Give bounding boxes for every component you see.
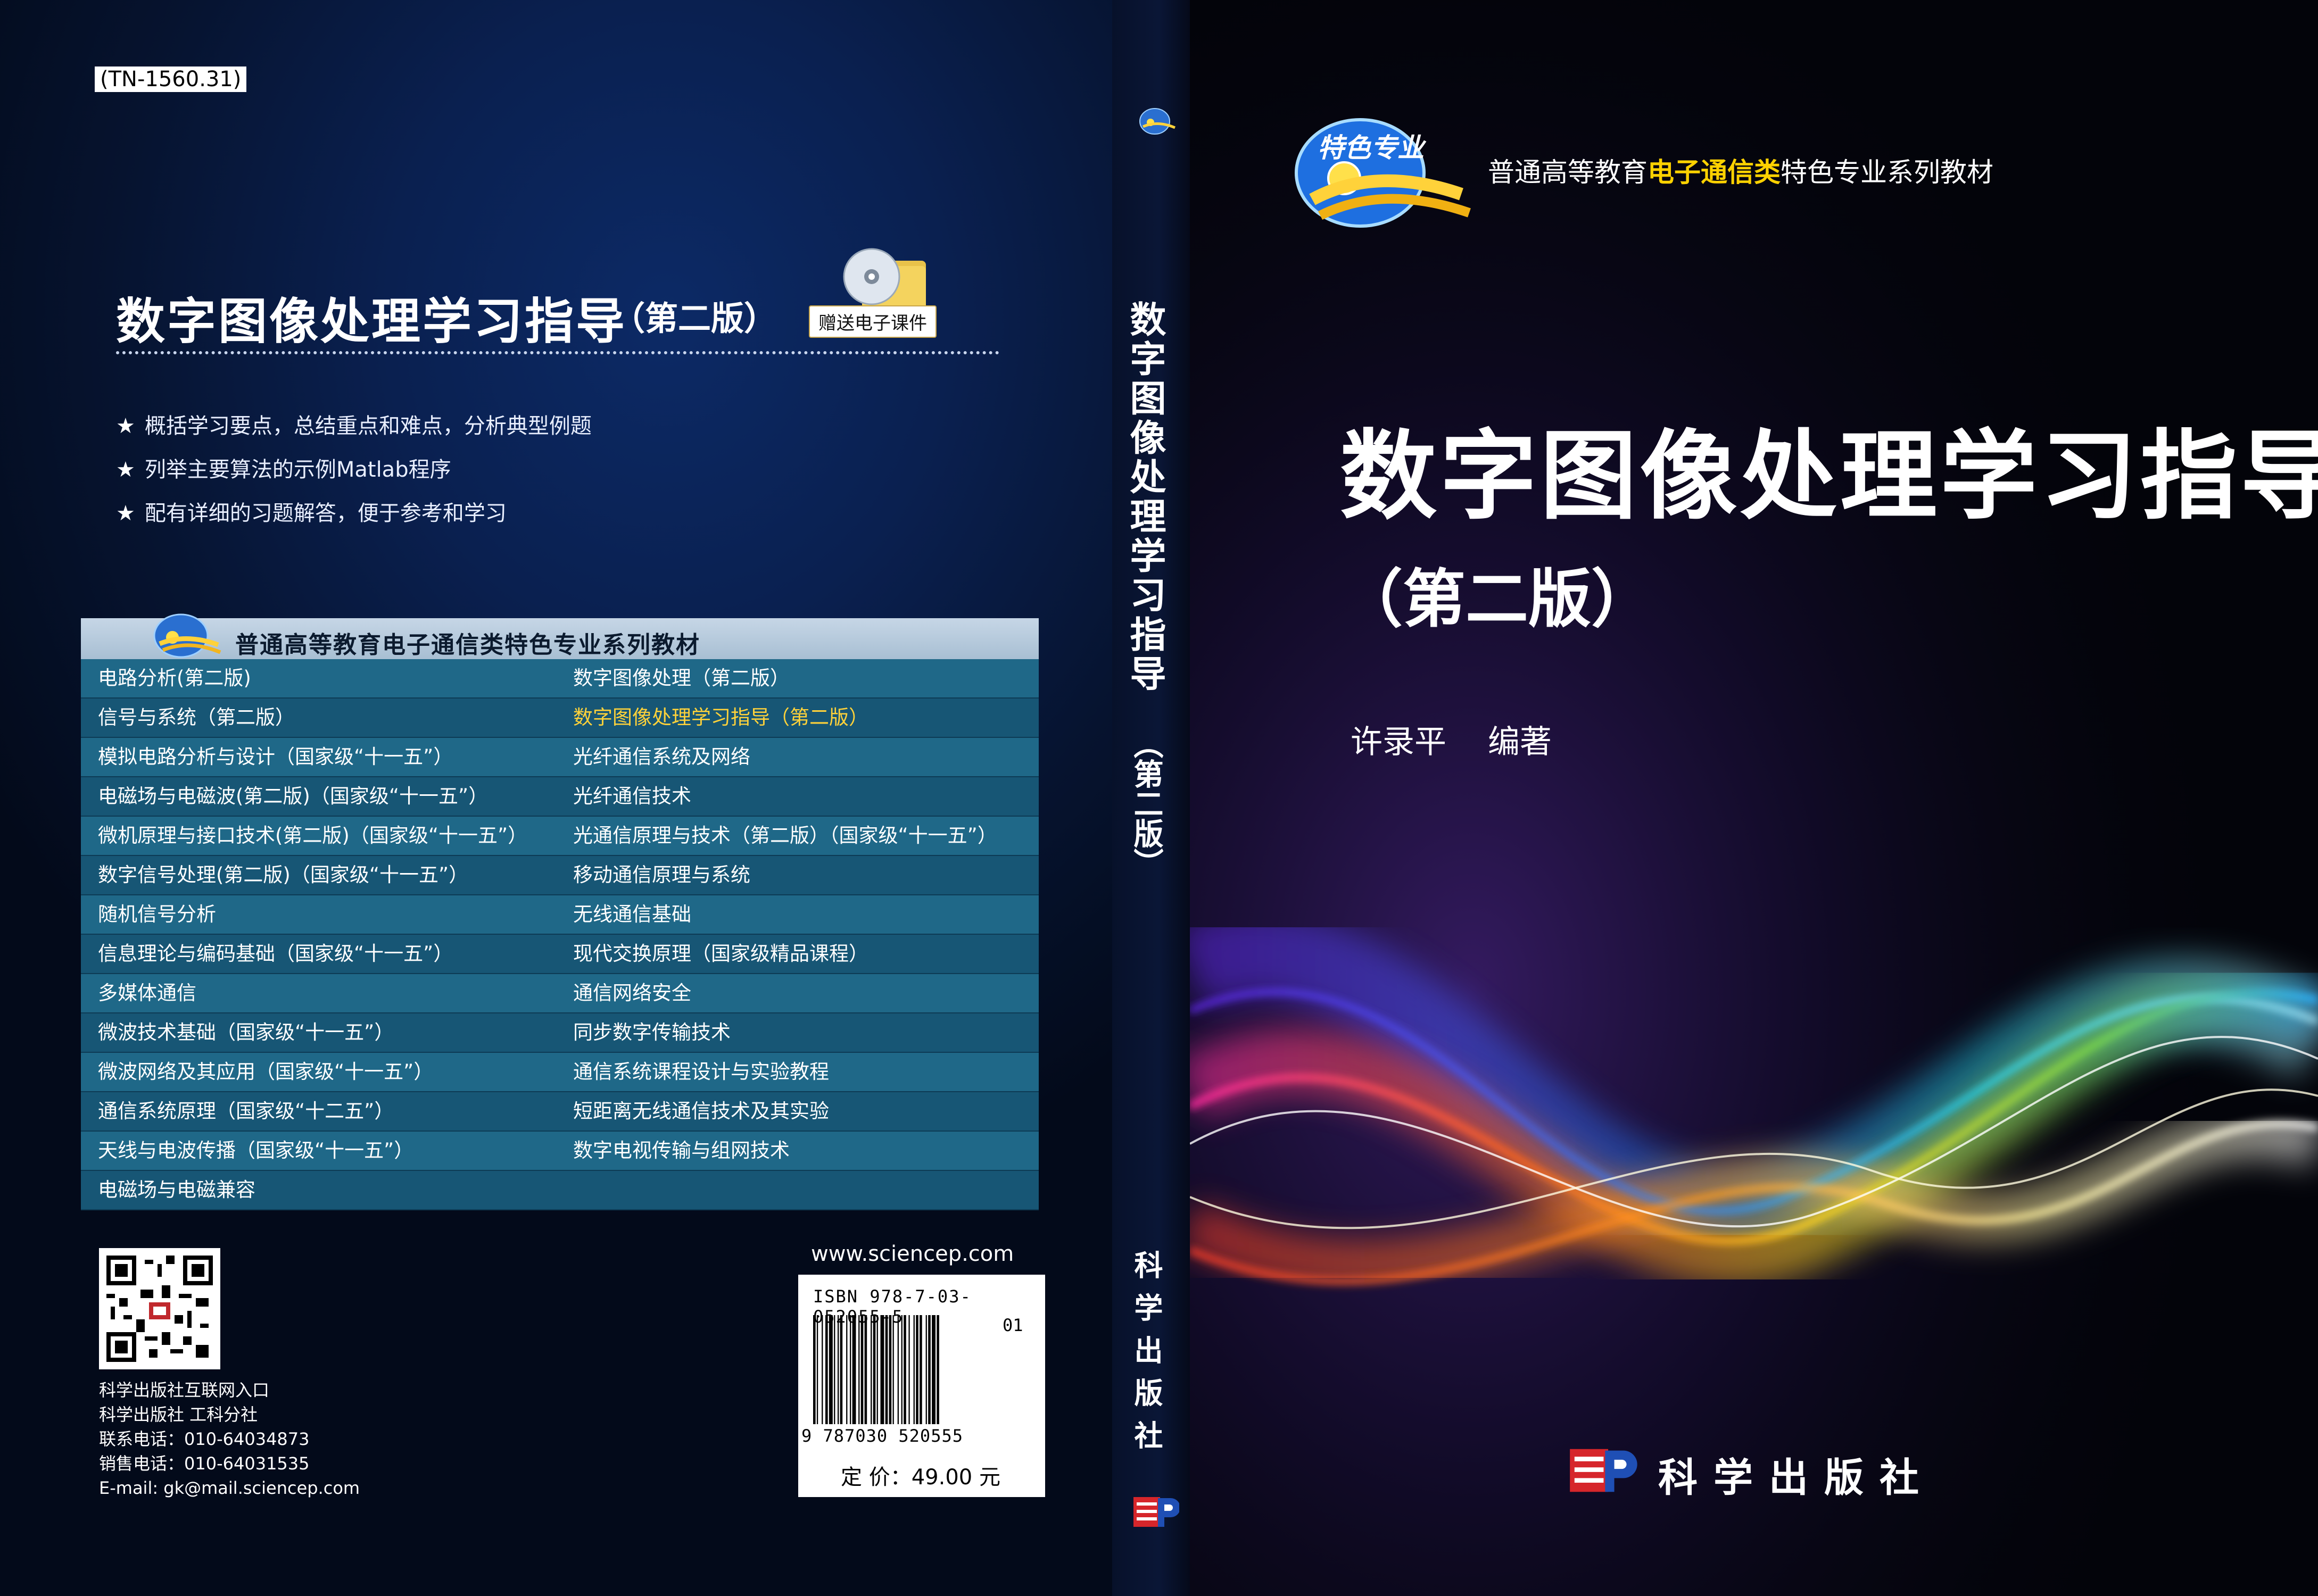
table-row: 电路分析(第二版) 数字图像处理（第二版） — [81, 659, 1039, 699]
table-cell: 无线通信基础 — [573, 903, 691, 926]
feature-list: ★ 概括学习要点，总结重点和难点，分析典型例题 ★ 列举主要算法的示例Matlab程… — [116, 404, 592, 535]
table-cell: 电路分析(第二版) — [98, 667, 251, 689]
table-cell: 移动通信原理与系统 — [573, 863, 750, 886]
book-title: 数字图像处理学习指导 — [1340, 420, 2318, 533]
series-rows: 电路分析(第二版) 数字图像处理（第二版） 信号与系统（第二版） 数字图像处理学习指导… — [81, 659, 1039, 1210]
series-logo-icon — [153, 613, 221, 658]
series-badge-text: 特色专业 — [1318, 132, 1424, 163]
contact-line: 科学出版社 工科分社 — [99, 1404, 258, 1425]
barcode-number: 9 787030 520555 — [801, 1426, 963, 1446]
dotted-divider — [116, 351, 999, 354]
table-cell: 光通信原理与技术（第二版）（国家级“十一五”） — [573, 824, 997, 847]
back-cover: (TN-1560.31) 数字图像处理学习指导 （第二版） 赠送电子课件 ★ 概括… — [0, 0, 1112, 1596]
front-cover: 特色专业 普通高等教育电子通信类特色专业系列教材 数字图像处理学习指导 （第二版… — [1190, 0, 2318, 1596]
catalog-code: (TN-1560.31) — [95, 66, 247, 92]
table-cell: 随机信号分析 — [98, 903, 216, 926]
table-row: 随机信号分析 无线通信基础 — [81, 895, 1039, 935]
table-cell: 微机原理与接口技术(第二版)（国家级“十一五”） — [98, 824, 528, 847]
spine-publisher: 科学出版社 — [1129, 1250, 1163, 1463]
table-row: 信号与系统（第二版） 数字图像处理学习指导（第二版） — [81, 699, 1039, 738]
publisher-logo-icon — [1133, 1497, 1179, 1527]
star-icon: ★ — [116, 414, 135, 438]
star-icon: ★ — [116, 501, 135, 526]
table-row: 微波技术基础（国家级“十一五”） 同步数字传输技术 — [81, 1013, 1039, 1053]
table-cell: 数字图像处理学习指导（第二版） — [573, 706, 868, 729]
table-cell: 信息理论与编码基础（国家级“十一五”） — [98, 942, 453, 965]
contact-line: 科学出版社互联网入口 — [99, 1380, 270, 1400]
barcode-icon — [813, 1315, 939, 1424]
table-row: 模拟电路分析与设计（国家级“十一五”） 光纤通信系统及网络 — [81, 738, 1039, 777]
contact-line: 销售电话：010-64031535 — [99, 1453, 310, 1474]
contact-line: 联系电话：010-64034873 — [99, 1429, 310, 1449]
table-cell: 数字图像处理（第二版） — [573, 667, 790, 689]
series-badge: 特色专业 — [1291, 85, 1472, 239]
back-edition: （第二版） — [612, 299, 777, 338]
star-icon: ★ — [116, 458, 135, 482]
spine-logo-icon — [1139, 108, 1176, 135]
table-row: 微波网络及其应用（国家级“十一五”） 通信系统课程设计与实验教程 — [81, 1053, 1039, 1092]
qr-code — [99, 1248, 220, 1369]
table-cell: 通信网络安全 — [573, 982, 691, 1004]
table-cell: 数字信号处理(第二版)（国家级“十一五”） — [98, 863, 469, 886]
feature-item: ★ 列举主要算法的示例Matlab程序 — [116, 458, 451, 482]
author-line: 许录平 编著 — [1351, 716, 1552, 762]
price: 定 价：49.00 元 — [841, 1465, 1000, 1490]
table-cell: 电磁场与电磁波(第二版)（国家级“十一五”） — [98, 785, 489, 808]
book-cover: (TN-1560.31) 数字图像处理学习指导 （第二版） 赠送电子课件 ★ 概括… — [0, 0, 2318, 1596]
back-title: 数字图像处理学习指导 — [116, 293, 627, 350]
table-row: 信息理论与编码基础（国家级“十一五”） 现代交换原理（国家级精品课程） — [81, 935, 1039, 974]
qr-code-icon — [106, 1256, 213, 1362]
table-cell: 光纤通信系统及网络 — [573, 745, 750, 768]
spine-title: 数字图像处理学习指导 — [1123, 301, 1165, 694]
feature-item: ★ 配有详细的习题解答，便于参考和学习 — [116, 501, 507, 526]
table-cell: 多媒体通信 — [98, 982, 196, 1004]
contact-info: 科学出版社互联网入口 科学出版社 工科分社 联系电话：010-64034873 … — [99, 1378, 360, 1500]
barcode-addon: 01 — [1003, 1315, 1023, 1335]
author-role: 编著 — [1488, 724, 1552, 761]
spine-edition: （第二版） — [1129, 729, 1163, 878]
table-cell: 微波网络及其应用（国家级“十一五”） — [98, 1060, 434, 1083]
table-row: 微机原理与接口技术(第二版)（国家级“十一五”） 光通信原理与技术（第二版）（国家… — [81, 817, 1039, 856]
series-table: 普通高等教育电子通信类特色专业系列教材 电路分析(第二版) 数字图像处理（第二版）… — [81, 613, 1039, 1210]
publisher-url: www.sciencep.com — [811, 1242, 1014, 1266]
publisher-logo-icon — [1570, 1449, 1637, 1492]
feature-item: ★ 概括学习要点，总结重点和难点，分析典型例题 — [116, 414, 592, 438]
table-cell: 数字电视传输与组网技术 — [573, 1139, 790, 1162]
series-table-header: 普通高等教育电子通信类特色专业系列教材 — [81, 613, 1039, 659]
table-row: 电磁场与电磁兼容 — [81, 1171, 1039, 1210]
table-cell: 通信系统课程设计与实验教程 — [573, 1060, 829, 1083]
table-row: 数字信号处理(第二版)（国家级“十一五”） 移动通信原理与系统 — [81, 856, 1039, 895]
table-cell: 短距离无线通信技术及其实验 — [573, 1100, 829, 1123]
book-edition: （第二版） — [1340, 562, 1654, 636]
publisher-name: 科学出版社 — [1658, 1455, 1935, 1501]
spine: 数字图像处理学习指导 （第二版） 科学出版社 — [1112, 0, 1190, 1596]
cd-label: 赠送电子课件 — [809, 305, 937, 338]
series-name: 普通高等教育电子通信类特色专业系列教材 — [1488, 157, 1993, 188]
table-row: 通信系统原理（国家级“十二五”） 短距离无线通信技术及其实验 — [81, 1092, 1039, 1132]
author-name: 许录平 — [1351, 724, 1446, 761]
table-cell: 通信系统原理（国家级“十二五”） — [98, 1100, 394, 1123]
contact-line: E-mail: gk@mail.sciencep.com — [99, 1478, 360, 1498]
table-cell: 同步数字传输技术 — [573, 1021, 731, 1044]
table-cell: 信号与系统（第二版） — [98, 706, 295, 729]
table-row: 天线与电波传播（国家级“十一五”） 数字电视传输与组网技术 — [81, 1132, 1039, 1171]
table-cell: 电磁场与电磁兼容 — [98, 1178, 255, 1201]
table-row: 电磁场与电磁波(第二版)（国家级“十一五”） 光纤通信技术 — [81, 777, 1039, 817]
table-row: 多媒体通信 通信网络安全 — [81, 974, 1039, 1013]
table-cell: 天线与电波传播（国家级“十一五”） — [98, 1139, 414, 1162]
barcode-panel: ISBN 978-7-03-052055-5 01 9 787030 52055… — [798, 1275, 1045, 1497]
table-cell: 现代交换原理（国家级精品课程） — [573, 942, 868, 965]
series-table-title: 普通高等教育电子通信类特色专业系列教材 — [235, 631, 700, 659]
table-cell: 光纤通信技术 — [573, 785, 691, 808]
table-cell: 模拟电路分析与设计（国家级“十一五”） — [98, 745, 453, 768]
table-cell: 微波技术基础（国家级“十一五”） — [98, 1021, 394, 1044]
